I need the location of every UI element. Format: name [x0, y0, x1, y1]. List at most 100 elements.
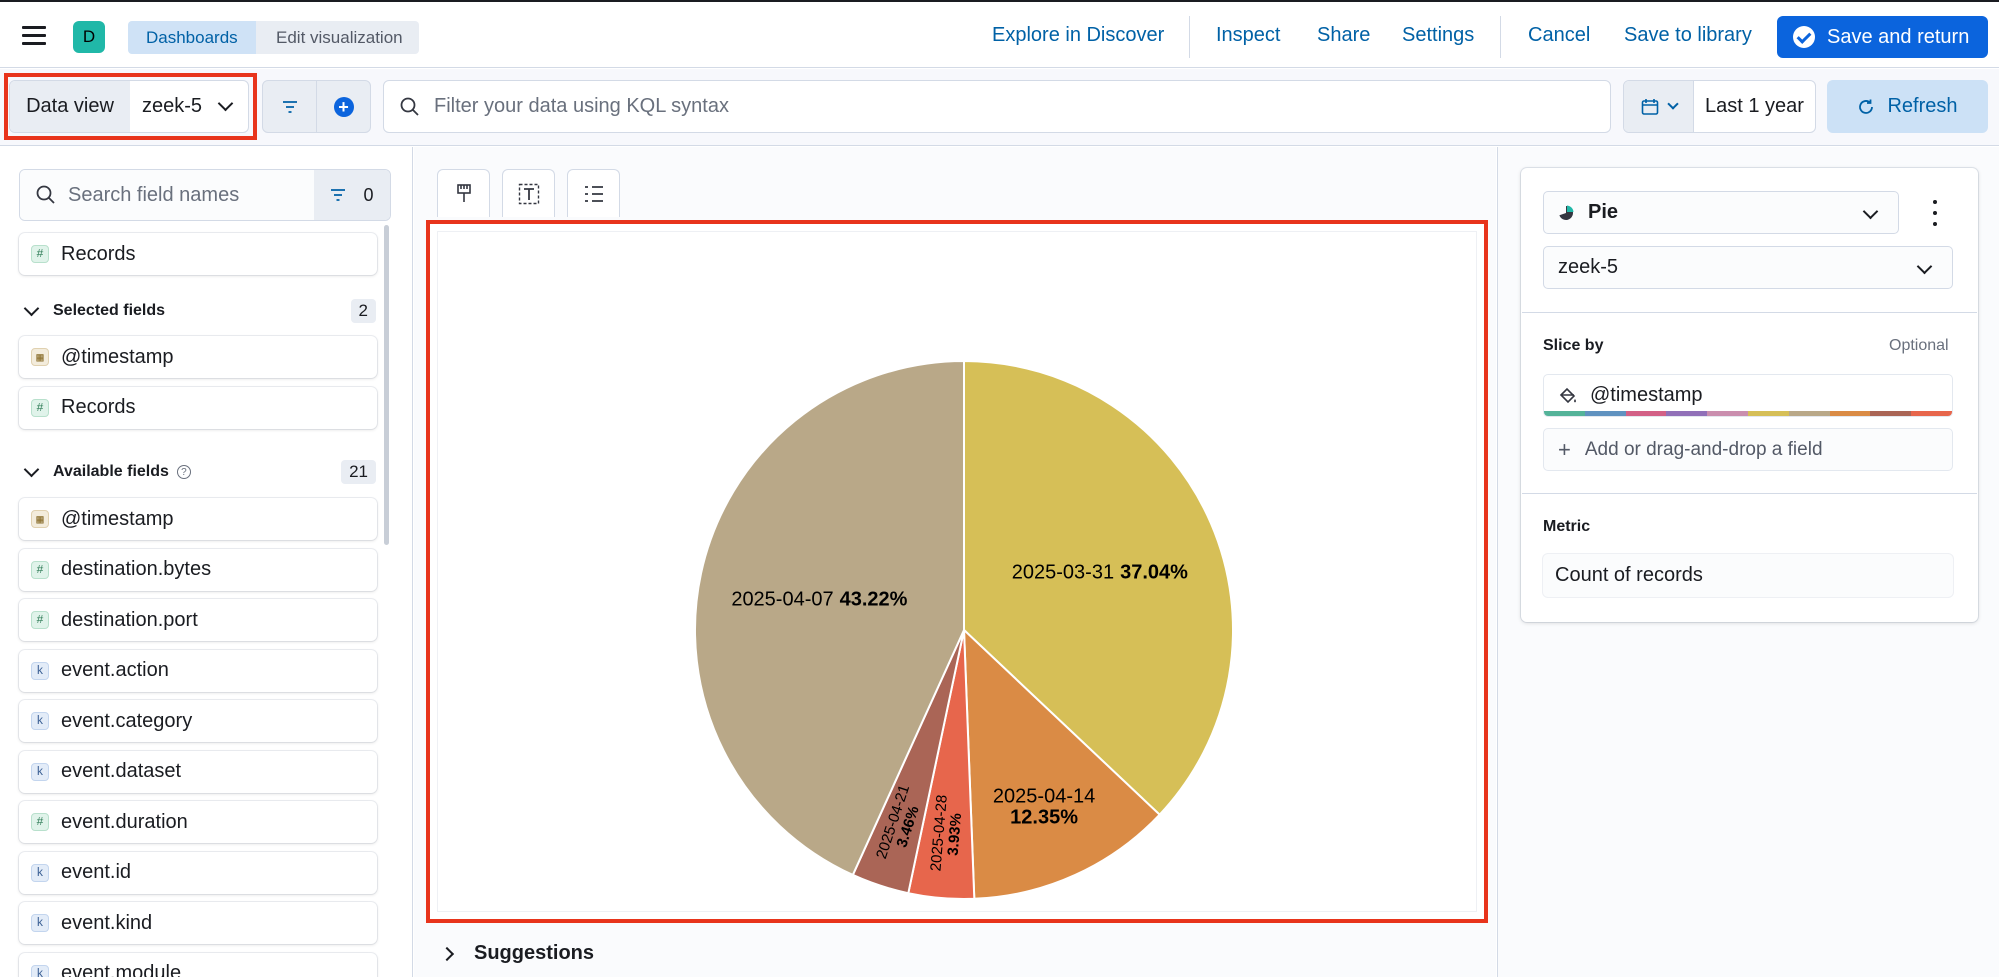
slice-date: 2025-03-31	[1012, 561, 1114, 583]
field-item[interactable]: # Records	[19, 386, 377, 429]
field-item[interactable]: # destination.port	[19, 599, 377, 641]
optional-label: Optional	[1889, 337, 1949, 354]
save-to-library-link[interactable]: Save to library	[1624, 24, 1752, 47]
layer-actions-icon[interactable]	[1925, 200, 1945, 226]
add-slice-field-button[interactable]: + Add or drag-and-drop a field	[1543, 428, 1953, 471]
share-link[interactable]: Share	[1317, 24, 1370, 47]
field-search-input[interactable]	[68, 183, 298, 207]
field-item[interactable]: k event.id	[19, 851, 377, 894]
slice-date: 2025-04-14	[993, 785, 1095, 807]
kql-input[interactable]	[434, 95, 1534, 118]
field-item[interactable]: # event.duration	[19, 801, 377, 843]
slice-by-label: Slice by	[1543, 337, 1604, 354]
list-icon	[584, 185, 603, 202]
field-search-box[interactable]	[20, 170, 314, 220]
quick-menu-button[interactable]	[1624, 81, 1694, 132]
field-label: event.action	[61, 659, 169, 681]
data-view-select[interactable]: zeek-5	[130, 81, 248, 132]
slice-by-field: @timestamp	[1590, 384, 1703, 406]
labels-options-button[interactable]	[502, 169, 555, 217]
pie-chart: 2025-03-31 37.04% 2025-04-14 12.35% 2025-04-…	[694, 359, 1234, 900]
keyword-type-icon: k	[31, 914, 49, 932]
chevron-right-icon	[439, 946, 455, 961]
save-and-return-button[interactable]: Save and return	[1777, 16, 1988, 58]
chevron-down-icon	[23, 300, 40, 316]
metric-value: Count of records	[1555, 564, 1703, 586]
filter-count: 0	[363, 184, 374, 205]
field-item[interactable]: k event.module	[19, 952, 377, 977]
legend-options-button[interactable]	[567, 169, 620, 217]
data-view-picker[interactable]: Data view zeek-5	[9, 80, 249, 133]
field-label: event.kind	[61, 911, 153, 934]
check-circle-icon	[1793, 26, 1815, 48]
suggestions-toggle[interactable]: Suggestions	[439, 942, 595, 965]
add-filter-button[interactable]: +	[316, 81, 370, 132]
chevron-down-icon	[23, 461, 40, 477]
layer-data-view-value: zeek-5	[1558, 256, 1619, 278]
plus-icon: +	[1558, 436, 1571, 462]
field-item[interactable]: k event.kind	[19, 902, 377, 944]
keyword-type-icon: k	[31, 964, 49, 977]
kql-search-bar[interactable]	[383, 80, 1611, 133]
settings-link[interactable]: Settings	[1402, 24, 1474, 47]
records-field[interactable]: # Records	[19, 233, 377, 275]
cancel-link[interactable]: Cancel	[1528, 24, 1590, 47]
explore-in-discover-link[interactable]: Explore in Discover	[992, 24, 1164, 47]
available-fields-toggle[interactable]: Available fields ? 21	[23, 457, 376, 487]
paint-bucket-icon	[1559, 387, 1576, 403]
filter-menu-button[interactable]	[263, 81, 316, 132]
selected-fields-toggle[interactable]: Selected fields 2	[23, 296, 376, 326]
field-item[interactable]: ▦ @timestamp	[19, 336, 377, 378]
add-field-label: Add or drag-and-drop a field	[1584, 438, 1823, 460]
help-icon[interactable]: ?	[176, 465, 191, 479]
field-type-filter-button[interactable]: 0	[314, 170, 390, 220]
header-divider	[1500, 16, 1501, 58]
layer-data-view-select[interactable]: zeek-5	[1543, 246, 1953, 289]
chevron-down-icon	[1666, 97, 1679, 110]
chevron-down-icon	[217, 95, 234, 112]
field-list-scrollbar[interactable]	[384, 225, 389, 545]
metric-dimension[interactable]: Count of records	[1543, 554, 1953, 597]
date-picker[interactable]: Last 1 year	[1623, 80, 1816, 133]
available-fields-label: Available fields	[53, 463, 169, 480]
field-item[interactable]: # destination.bytes	[19, 548, 377, 591]
header-divider	[1189, 16, 1190, 58]
field-search[interactable]: 0	[19, 169, 391, 221]
date-range-label[interactable]: Last 1 year	[1694, 81, 1815, 132]
field-label: destination.bytes	[61, 558, 212, 580]
color-palette-strip	[1544, 411, 1952, 416]
space-avatar[interactable]: D	[73, 21, 105, 53]
field-label: @timestamp	[61, 345, 174, 368]
visual-options-button[interactable]	[437, 169, 490, 217]
menu-icon[interactable]	[22, 26, 46, 46]
slice-date: 2025-04-07	[731, 589, 833, 611]
suggestions-label: Suggestions	[474, 942, 595, 964]
search-icon	[400, 97, 419, 116]
text-icon	[518, 183, 539, 204]
field-item[interactable]: ▦ @timestamp	[19, 498, 377, 540]
breadcrumb-dashboards[interactable]: Dashboards	[128, 21, 270, 54]
data-view-label: Data view	[10, 81, 130, 132]
chart-type-select[interactable]: Pie	[1543, 191, 1899, 234]
field-label: destination.port	[61, 608, 198, 631]
slice-percent: 43.22%	[840, 589, 908, 611]
slice-percent: 3.93%	[945, 812, 966, 856]
calendar-icon	[1641, 98, 1658, 115]
inspect-link[interactable]: Inspect	[1216, 24, 1280, 47]
filter-buttons: +	[262, 80, 371, 133]
field-item[interactable]: k event.action	[19, 649, 377, 692]
slice-by-dimension[interactable]: @timestamp	[1543, 374, 1953, 417]
refresh-button[interactable]: Refresh	[1827, 80, 1988, 133]
field-label: event.dataset	[61, 760, 182, 782]
breadcrumb-edit-visualization: Edit visualization	[256, 21, 419, 54]
refresh-label: Refresh	[1887, 95, 1958, 117]
selected-fields-label: Selected fields	[53, 302, 166, 319]
refresh-icon	[1859, 99, 1874, 114]
chart-panel: 2025-03-31 37.04% 2025-04-14 12.35% 2025-04-…	[438, 232, 1476, 911]
brush-icon	[456, 183, 471, 202]
save-and-return-label: Save and return	[1827, 25, 1970, 48]
field-item[interactable]: k event.dataset	[19, 750, 377, 793]
number-type-icon: #	[31, 560, 49, 579]
field-item[interactable]: k event.category	[19, 700, 377, 742]
field-label: event.duration	[61, 810, 188, 833]
